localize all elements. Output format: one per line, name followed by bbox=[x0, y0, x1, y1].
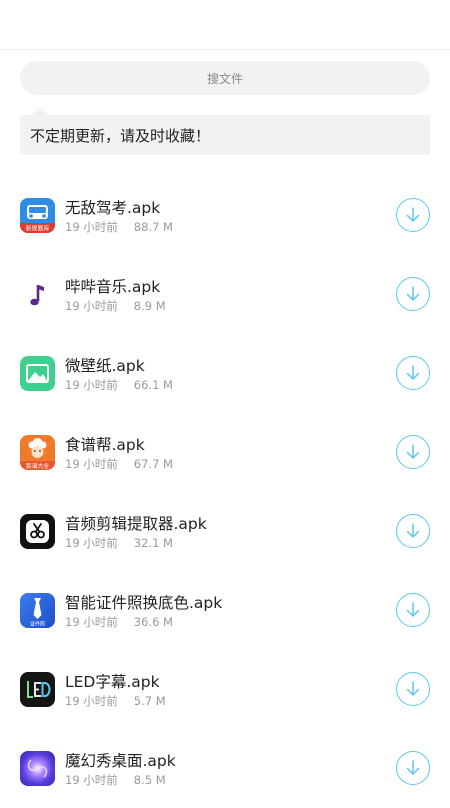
chef-icon: 菜谱大全 bbox=[20, 435, 55, 470]
download-arrow-icon bbox=[406, 760, 420, 775]
top-bar bbox=[0, 0, 450, 50]
search-placeholder: 搜文件 bbox=[206, 71, 243, 86]
scissors-icon bbox=[20, 514, 55, 549]
download-arrow-icon bbox=[406, 444, 420, 459]
file-meta: 19 小时前 36.6 M bbox=[65, 614, 173, 630]
file-meta: 19 小时前 32.1 M bbox=[65, 535, 173, 551]
file-name: 魔幻秀桌面.apk bbox=[65, 752, 176, 770]
file-time: 19 小时前 bbox=[65, 299, 118, 313]
download-button[interactable] bbox=[396, 435, 430, 469]
notice-text: 不定期更新，请及时收藏！ bbox=[30, 126, 211, 145]
file-meta: 19 小时前 5.7 M bbox=[65, 693, 166, 709]
file-time: 19 小时前 bbox=[65, 220, 118, 234]
file-name: 食谱帮.apk bbox=[65, 436, 145, 454]
icon-label: 菜谱大全 bbox=[26, 462, 49, 470]
file-size: 36.6 M bbox=[133, 615, 173, 629]
download-button[interactable] bbox=[396, 277, 430, 311]
file-size: 5.7 M bbox=[133, 694, 166, 708]
list-item[interactable]: 微壁纸.apk 19 小时前 66.1 M bbox=[0, 334, 450, 413]
list-item[interactable]: 菜谱大全 食谱帮.apk 19 小时前 67.7 M bbox=[0, 413, 450, 492]
file-size: 8.9 M bbox=[133, 299, 166, 313]
file-meta: 19 小时前 8.5 M bbox=[65, 772, 166, 788]
mountain-picture-icon bbox=[20, 356, 55, 391]
download-arrow-icon bbox=[406, 523, 420, 538]
file-time: 19 小时前 bbox=[65, 378, 118, 392]
file-size: 8.5 M bbox=[133, 773, 166, 787]
file-time: 19 小时前 bbox=[65, 457, 118, 471]
list-item[interactable]: 音频剪辑提取器.apk 19 小时前 32.1 M bbox=[0, 492, 450, 571]
download-button[interactable] bbox=[396, 514, 430, 548]
icon-label: 新规题库 bbox=[25, 225, 49, 233]
car-icon: 新规题库 bbox=[20, 198, 55, 233]
file-meta: 19 小时前 88.7 M bbox=[65, 219, 173, 235]
list-item[interactable]: 哔哔音乐.apk 19 小时前 8.9 M bbox=[0, 255, 450, 334]
file-time: 19 小时前 bbox=[65, 773, 118, 787]
file-name: 智能证件照换底色.apk bbox=[65, 594, 223, 612]
download-button[interactable] bbox=[396, 356, 430, 390]
file-name: 音频剪辑提取器.apk bbox=[65, 515, 207, 533]
galaxy-icon bbox=[20, 751, 55, 786]
file-name: LED字幕.apk bbox=[65, 673, 160, 691]
list-item[interactable]: LED字幕.apk 19 小时前 5.7 M bbox=[0, 650, 450, 729]
file-meta: 19 小时前 67.7 M bbox=[65, 456, 173, 472]
file-size: 32.1 M bbox=[133, 536, 173, 550]
download-button[interactable] bbox=[396, 672, 430, 706]
download-arrow-icon bbox=[406, 286, 420, 301]
file-name: 无敌驾考.apk bbox=[65, 199, 161, 217]
download-arrow-icon bbox=[406, 681, 420, 696]
notice-banner: 不定期更新，请及时收藏！ bbox=[20, 107, 430, 155]
list-item[interactable]: 证件照 智能证件照换底色.apk 19 小时前 36.6 M bbox=[0, 571, 450, 650]
music-note-icon bbox=[20, 277, 55, 312]
file-meta: 19 小时前 66.1 M bbox=[65, 377, 173, 393]
download-button[interactable] bbox=[396, 198, 430, 232]
file-size: 66.1 M bbox=[133, 378, 173, 392]
file-name: 微壁纸.apk bbox=[65, 357, 145, 375]
list-item[interactable]: 魔幻秀桌面.apk 19 小时前 8.5 M bbox=[0, 729, 450, 808]
file-size: 67.7 M bbox=[133, 457, 173, 471]
file-time: 19 小时前 bbox=[65, 536, 118, 550]
file-name: 哔哔音乐.apk bbox=[65, 278, 161, 296]
led-icon bbox=[20, 672, 55, 707]
file-time: 19 小时前 bbox=[65, 694, 118, 708]
download-button[interactable] bbox=[396, 751, 430, 785]
file-list: 新规题库 无敌驾考.apk 19 小时前 88.7 M 哔哔音乐.apk 19 小… bbox=[0, 176, 450, 808]
file-size: 88.7 M bbox=[133, 220, 173, 234]
search-input[interactable]: 搜文件 bbox=[20, 61, 430, 95]
download-arrow-icon bbox=[406, 602, 420, 617]
file-meta: 19 小时前 8.9 M bbox=[65, 298, 166, 314]
tie-icon: 证件照 bbox=[20, 593, 55, 628]
icon-label: 证件照 bbox=[30, 621, 45, 628]
download-button[interactable] bbox=[396, 593, 430, 627]
list-item[interactable]: 新规题库 无敌驾考.apk 19 小时前 88.7 M bbox=[0, 176, 450, 255]
download-arrow-icon bbox=[406, 365, 420, 380]
file-time: 19 小时前 bbox=[65, 615, 118, 629]
download-arrow-icon bbox=[406, 207, 420, 222]
